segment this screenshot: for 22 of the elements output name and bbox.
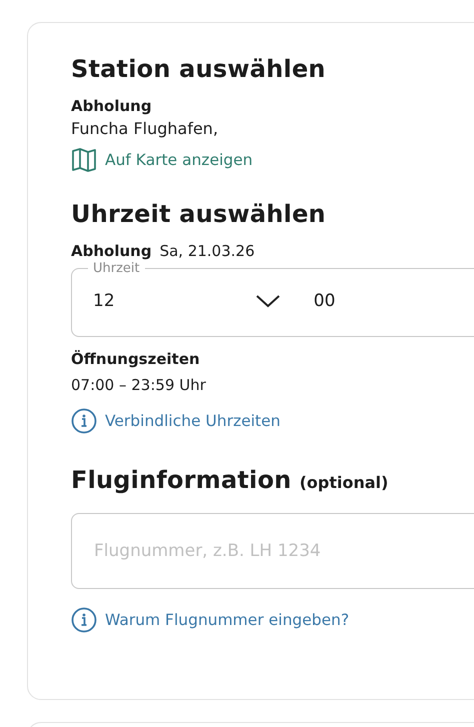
station-name: Funcha Flughafen, (71, 119, 220, 138)
section-title: Fluginformation (71, 465, 292, 496)
pickup-date: Sa, 21.03.26 (160, 242, 255, 260)
opening-hours: 07:00 – 23:59 Uhr (71, 376, 207, 394)
map-icon (71, 148, 97, 172)
opening-hours-label: Öffnungszeiten (71, 350, 201, 368)
chevron-down-icon (254, 294, 281, 308)
info-icon (71, 607, 97, 633)
flight-number-field[interactable]: Flugnummer, z.B. LH 1234 (71, 513, 474, 589)
optional-note: (optional) (299, 473, 388, 492)
info-link[interactable]: Verbindliche Uhrzeiten (71, 408, 280, 434)
info-link[interactable]: Warum Flugnummer eingeben? (71, 607, 350, 633)
hour-value: 12 (93, 291, 115, 311)
pickup-label: Abholung (71, 97, 153, 115)
section-title: Station auswählen (71, 54, 327, 85)
section-title: Uhrzeit auswählen (71, 199, 327, 230)
info-icon (71, 408, 97, 434)
minute-value: 00 (314, 291, 336, 311)
map-link[interactable]: Auf Karte anzeigen (71, 148, 253, 172)
pickup-label: Abholung (71, 242, 152, 260)
field-label: Uhrzeit (92, 261, 141, 276)
time-field[interactable]: Uhrzeit 12 00 (71, 261, 474, 337)
